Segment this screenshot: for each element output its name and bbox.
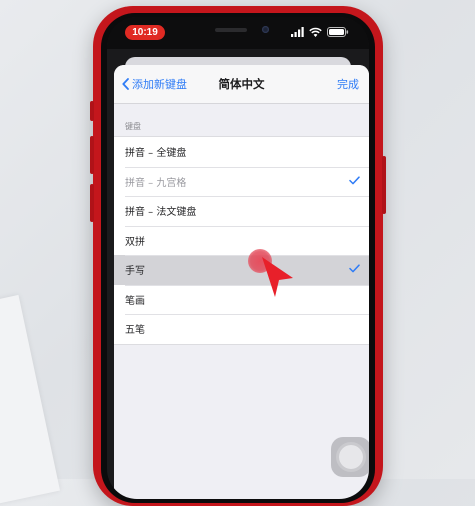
done-button[interactable]: 完成 — [337, 76, 359, 92]
checkmark-icon — [349, 175, 360, 184]
status-icons — [291, 26, 349, 38]
side-button — [382, 156, 386, 214]
cursor-arrow-icon — [262, 257, 293, 297]
navigation-bar: 添加新键盘 简体中文 完成 — [114, 65, 369, 104]
wifi-icon — [309, 27, 322, 37]
keyboard-option-wubi[interactable]: 五笔 — [114, 314, 369, 344]
keyboard-option-stroke[interactable]: 笔画 — [114, 284, 369, 315]
keyboard-list: 拼音 – 全键盘 拼音 – 九宫格 拼音 – 法文键盘 双拼 手写 笔画 五笔 — [114, 136, 369, 345]
side-button — [90, 101, 94, 121]
side-button — [90, 184, 94, 222]
keyboard-option-label: 拼音 – 全键盘 — [125, 148, 187, 160]
keyboard-option-label: 五笔 — [125, 325, 145, 337]
phone-bezel: 10:19 添加新键盘 简体中文 完成 键盘 拼音 – 全键盘 拼音 – 九宫格… — [101, 13, 375, 503]
keyboard-option-label: 手写 — [125, 266, 145, 278]
keyboard-option-shuangpin[interactable]: 双拼 — [114, 225, 369, 256]
section-header: 键盘 — [125, 122, 141, 131]
back-button-label: 添加新键盘 — [132, 78, 187, 91]
signal-icon — [291, 27, 304, 37]
status-bar: 10:19 — [107, 17, 369, 49]
keyboard-option-handwriting[interactable]: 手写 — [114, 255, 369, 285]
keyboard-option-label: 双拼 — [125, 236, 145, 248]
keyboard-settings-panel: 添加新键盘 简体中文 完成 键盘 拼音 – 全键盘 拼音 – 九宫格 拼音 – … — [114, 65, 369, 499]
phone-screen: 10:19 添加新键盘 简体中文 完成 键盘 拼音 – 全键盘 拼音 – 九宫格… — [107, 17, 369, 499]
side-button — [90, 136, 94, 174]
background-paper — [0, 294, 61, 506]
keyboard-option-label: 拼音 – 九宫格 — [125, 177, 187, 189]
checkmark-icon — [349, 264, 360, 273]
keyboard-option-label: 拼音 – 法文键盘 — [125, 207, 197, 219]
front-camera — [262, 26, 269, 33]
keyboard-option-pinyin-10key[interactable]: 拼音 – 九宫格 — [114, 166, 369, 197]
keyboard-option-pinyin-azerty[interactable]: 拼音 – 法文键盘 — [114, 196, 369, 226]
chevron-left-icon — [122, 78, 129, 90]
assistive-touch-icon — [339, 445, 363, 469]
keyboard-option-label: 笔画 — [125, 295, 145, 307]
assistive-touch-button[interactable] — [331, 437, 369, 477]
back-button[interactable]: 添加新键盘 — [122, 76, 187, 92]
keyboard-option-pinyin-qwerty[interactable]: 拼音 – 全键盘 — [114, 137, 369, 167]
earpiece-speaker — [215, 28, 247, 32]
phone-frame: 10:19 添加新键盘 简体中文 完成 键盘 拼音 – 全键盘 拼音 – 九宫格… — [90, 6, 386, 506]
status-time: 10:19 — [125, 25, 165, 40]
battery-icon — [327, 27, 349, 37]
